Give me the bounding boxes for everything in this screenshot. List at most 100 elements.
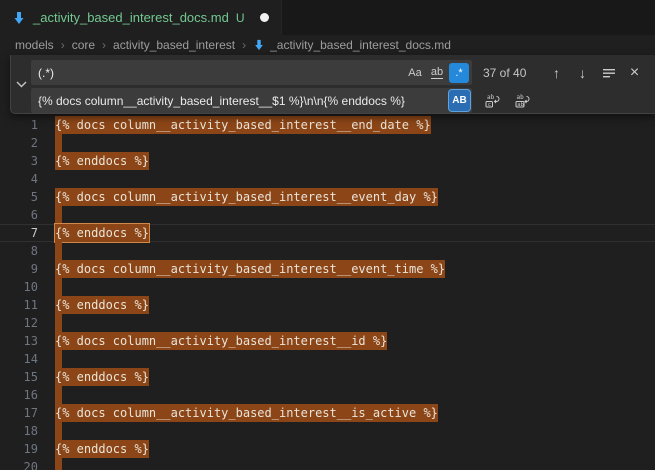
line-number: 3 xyxy=(0,152,38,170)
replace-row: {% docs column__activity_based_interest_… xyxy=(31,88,649,113)
line-content: {% enddocs %} xyxy=(38,224,149,242)
editor-line[interactable]: 13{% docs column__activity_based_interes… xyxy=(0,332,655,350)
find-match-sliver xyxy=(55,278,62,296)
svg-text:ab: ab xyxy=(517,102,524,108)
editor-lines: 1{% docs column__activity_based_interest… xyxy=(0,116,655,470)
whole-word-toggle[interactable]: ab xyxy=(427,63,447,83)
line-number: 11 xyxy=(0,296,38,314)
line-content xyxy=(38,170,55,188)
find-input-value: (.*) xyxy=(31,66,405,80)
find-match: {% docs column__activity_based_interest_… xyxy=(55,116,431,134)
editor-line[interactable]: 4 xyxy=(0,170,655,188)
find-input[interactable]: (.*) Aaab .* xyxy=(31,60,472,85)
breadcrumb-item-models[interactable]: models xyxy=(15,38,54,52)
tab-title: _activity_based_interest_docs.md xyxy=(33,10,229,25)
editor-line[interactable]: 5{% docs column__activity_based_interest… xyxy=(0,188,655,206)
previous-match-button[interactable]: ↑ xyxy=(546,62,567,83)
search-toggles: Aaab .* xyxy=(405,63,472,83)
line-number: 9 xyxy=(0,260,38,278)
find-match-sliver xyxy=(55,458,62,470)
line-content: {% docs column__activity_based_interest_… xyxy=(38,260,445,278)
find-result-count: 37 of 40 xyxy=(483,66,545,80)
editor-line[interactable]: 20 xyxy=(0,458,655,470)
close-icon: × xyxy=(630,64,639,82)
breadcrumb-item-file[interactable]: _activity_based_interest_docs.md xyxy=(253,38,451,52)
line-content xyxy=(38,350,62,368)
line-content: {% enddocs %} xyxy=(38,296,149,314)
editor-line[interactable]: 19 {% enddocs %} xyxy=(0,440,655,458)
chevron-down-icon xyxy=(16,81,27,88)
find-match: {% enddocs %} xyxy=(55,440,149,458)
breadcrumb: models › core › activity_based_interest … xyxy=(0,35,655,55)
find-match: {% docs column__activity_based_interest_… xyxy=(55,404,438,422)
next-match-button[interactable]: ↓ xyxy=(572,62,593,83)
line-content: {% docs column__activity_based_interest_… xyxy=(38,332,387,350)
line-number: 19 xyxy=(0,440,38,458)
unsaved-changes-dot[interactable] xyxy=(260,13,269,22)
line-content xyxy=(38,206,62,224)
find-in-selection-button[interactable] xyxy=(598,62,619,83)
replace-icon: ab c xyxy=(484,93,500,109)
line-number: 13 xyxy=(0,332,38,350)
replace-all-icon: ab ab xyxy=(514,93,530,109)
breadcrumb-item-core[interactable]: core xyxy=(72,38,95,52)
editor-line[interactable]: 15{% enddocs %} xyxy=(0,368,655,386)
line-number: 8 xyxy=(0,242,38,260)
editor-line[interactable]: 1{% docs column__activity_based_interest… xyxy=(0,116,655,134)
regex-toggle[interactable]: .* xyxy=(449,63,469,83)
replace-all-button[interactable]: ab ab xyxy=(511,90,532,111)
editor-line[interactable]: 12 xyxy=(0,314,655,332)
editor-line[interactable]: 11{% enddocs %} xyxy=(0,296,655,314)
line-content: {% enddocs %} xyxy=(38,152,149,170)
replace-button[interactable]: ab c xyxy=(481,90,502,111)
line-content xyxy=(38,386,62,404)
tab-activity-based-interest-docs[interactable]: _activity_based_interest_docs.md U xyxy=(0,0,282,35)
tab-bar: _activity_based_interest_docs.md U xyxy=(0,0,655,35)
editor-line[interactable]: 14 xyxy=(0,350,655,368)
vscode-window: _activity_based_interest_docs.md U model… xyxy=(0,0,655,470)
match-case-toggle[interactable]: Aa xyxy=(405,63,425,83)
editor-line[interactable]: 6 xyxy=(0,206,655,224)
breadcrumb-separator: › xyxy=(102,38,106,52)
line-number: 20 xyxy=(0,458,38,470)
line-content xyxy=(38,458,62,470)
editor-line[interactable]: 9 {% docs column__activity_based_interest… xyxy=(0,260,655,278)
replace-input[interactable]: {% docs column__activity_based_interest_… xyxy=(31,88,472,113)
editor-line[interactable]: 16 xyxy=(0,386,655,404)
match-case-icon: Aa xyxy=(408,67,421,79)
replace-actions: ab c ab xyxy=(481,90,532,111)
find-widget-body: (.*) Aaab.* 37 of 40 ↑ ↓ xyxy=(31,55,655,113)
editor-line[interactable]: 18 xyxy=(0,422,655,440)
find-match: {% docs column__activity_based_interest_… xyxy=(55,260,445,278)
close-find-widget-button[interactable]: × xyxy=(624,62,645,83)
line-content xyxy=(38,242,62,260)
editor-line[interactable]: 7 {% enddocs %} xyxy=(0,224,655,242)
selection-lines-icon xyxy=(602,66,616,80)
line-number: 7 xyxy=(0,224,38,242)
line-number: 12 xyxy=(0,314,38,332)
find-nav-icons: ↑ ↓ × xyxy=(546,62,649,83)
line-content xyxy=(38,422,62,440)
breadcrumb-item-activity-based-interest[interactable]: activity_based_interest xyxy=(113,38,235,52)
editor-line[interactable]: 17 {% docs column__activity_based_interes… xyxy=(0,404,655,422)
regex-icon: .* xyxy=(455,67,462,79)
line-content xyxy=(38,314,62,332)
line-number: 10 xyxy=(0,278,38,296)
find-match-sliver xyxy=(55,314,62,332)
find-match-sliver xyxy=(55,242,62,260)
editor-line[interactable]: 10 xyxy=(0,278,655,296)
editor-line[interactable]: 2 xyxy=(0,134,655,152)
preserve-case-toggle[interactable]: AB xyxy=(449,90,470,111)
svg-text:c: c xyxy=(487,102,490,108)
editor[interactable]: 1{% docs column__activity_based_interest… xyxy=(0,55,655,470)
find-match: {% enddocs %} xyxy=(55,368,149,386)
line-number: 17 xyxy=(0,404,38,422)
find-match-sliver xyxy=(55,422,62,440)
toggle-replace-button[interactable] xyxy=(11,55,31,113)
line-content: {% docs column__activity_based_interest_… xyxy=(38,116,431,134)
arrow-down-icon: ↓ xyxy=(579,65,586,81)
current-find-match: {% enddocs %} xyxy=(55,224,149,242)
editor-line[interactable]: 3{% enddocs %} xyxy=(0,152,655,170)
find-match-sliver xyxy=(55,134,62,152)
editor-line[interactable]: 8 xyxy=(0,242,655,260)
